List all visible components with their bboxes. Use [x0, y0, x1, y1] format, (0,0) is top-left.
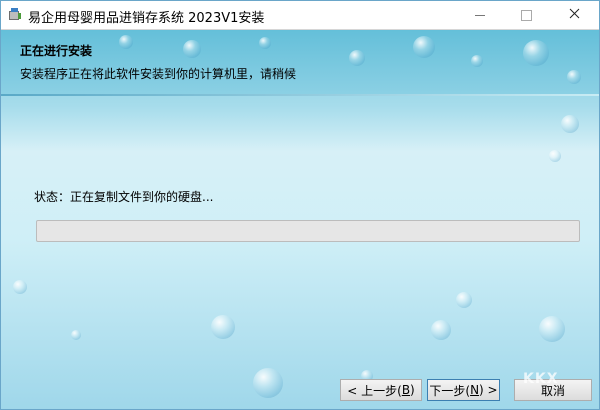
water-drop-decoration — [119, 35, 133, 49]
installer-content: 正在进行安装 安装程序正在将此软件安装到你的计算机里，请稍候 状态：正在复制文件… — [1, 30, 599, 409]
back-button-label-prefix: < 上一步( — [347, 383, 402, 398]
page-title: 正在进行安装 — [20, 44, 93, 58]
water-drop-decoration — [253, 368, 283, 398]
close-button[interactable] — [549, 1, 599, 29]
close-icon — [569, 8, 580, 22]
water-drop-decoration — [431, 320, 451, 340]
water-drop-decoration — [259, 37, 271, 49]
water-drop-decoration — [539, 316, 565, 342]
header-divider — [1, 94, 599, 96]
installer-window: 易企用母婴用品进销存系统 2023V1安装 正在进行安装 安装程序正在将此软件安… — [0, 0, 600, 410]
water-drop-decoration — [349, 50, 365, 66]
back-button-accesskey: B — [401, 383, 411, 397]
next-button-label-suffix: ) > — [479, 383, 498, 397]
water-drop-decoration — [211, 315, 235, 339]
window-title: 易企用母婴用品进销存系统 2023V1安装 — [28, 11, 265, 26]
minimize-button[interactable] — [457, 1, 503, 29]
maximize-button[interactable] — [503, 1, 549, 29]
next-button-accesskey: N — [470, 383, 480, 397]
status-text: 状态：正在复制文件到你的硬盘... — [34, 190, 214, 204]
install-progress-bar — [36, 220, 580, 242]
water-drop-decoration — [71, 330, 81, 340]
water-drop-decoration — [471, 55, 483, 67]
next-button[interactable]: 下一步(N) > — [427, 379, 500, 401]
water-drop-decoration — [13, 280, 27, 294]
water-drop-decoration — [561, 115, 579, 133]
back-button[interactable]: < 上一步(B) — [340, 379, 422, 401]
page-subtitle: 安装程序正在将此软件安装到你的计算机里，请稍候 — [20, 67, 297, 81]
water-drop-decoration — [549, 150, 561, 162]
water-drop-decoration — [183, 40, 201, 58]
maximize-icon — [520, 9, 532, 21]
watermark-logo: KKX — [523, 371, 559, 387]
title-bar[interactable]: 易企用母婴用品进销存系统 2023V1安装 — [1, 1, 599, 30]
next-button-label-prefix: 下一步( — [429, 383, 471, 398]
installer-package-icon — [7, 6, 23, 22]
water-drop-decoration — [456, 292, 472, 308]
minimize-icon — [475, 14, 485, 16]
water-drop-decoration — [413, 36, 435, 58]
water-drop-decoration — [523, 40, 549, 66]
water-drop-decoration — [567, 70, 581, 84]
back-button-label-suffix: ) — [410, 383, 415, 397]
header-band — [1, 30, 599, 94]
